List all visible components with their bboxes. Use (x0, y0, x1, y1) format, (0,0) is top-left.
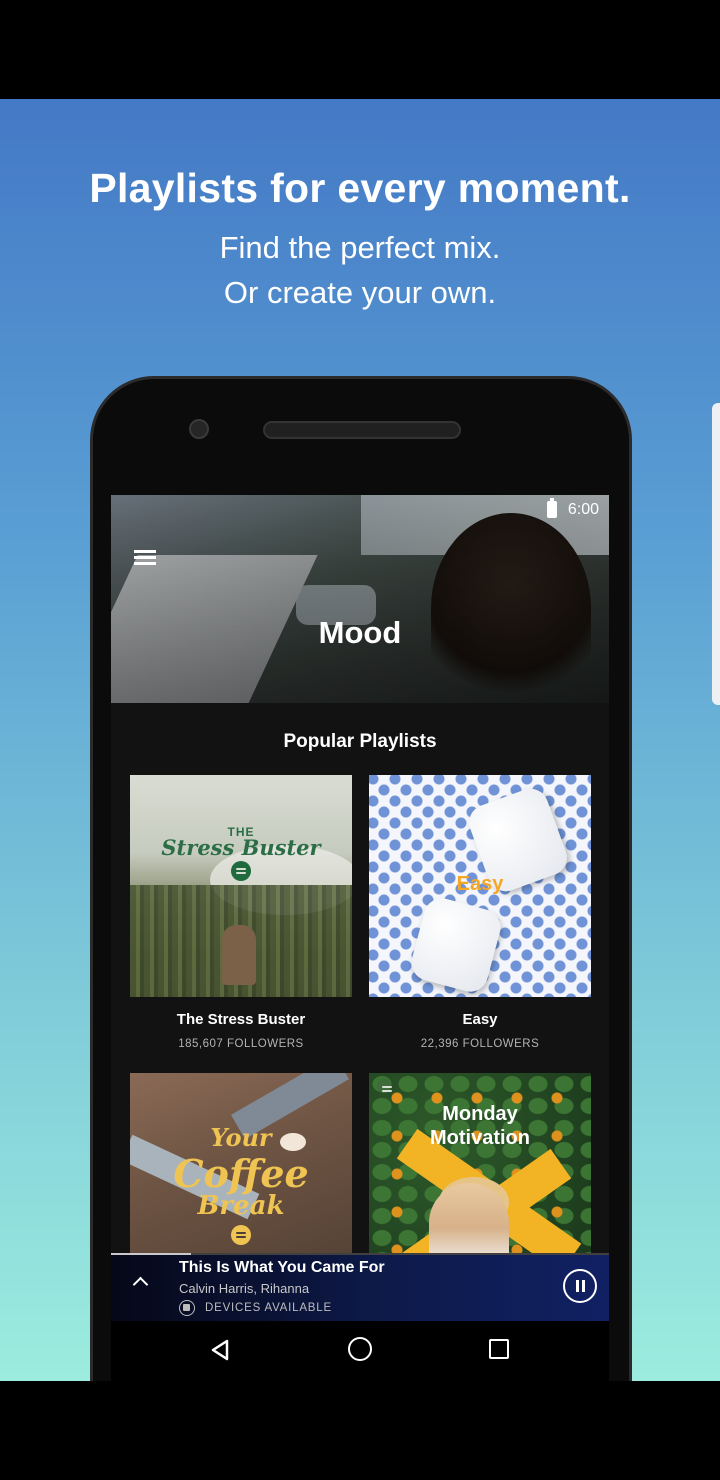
track-artist: Calvin Harris, Rihanna (179, 1281, 310, 1296)
cover-text-1: Monday (442, 1103, 518, 1125)
track-title: This Is What You Came For (179, 1259, 385, 1276)
pause-button[interactable] (563, 1269, 597, 1303)
playlist-card-easy[interactable]: Easy Easy 22,396 FOLLOWERS (369, 775, 591, 1050)
recents-icon[interactable] (489, 1339, 509, 1359)
playlist-card-stress-buster[interactable]: THE Stress Buster The Stress Buster 185,… (130, 775, 352, 1050)
hamburger-menu-icon[interactable] (134, 550, 156, 566)
chevron-up-icon[interactable] (131, 1273, 149, 1291)
side-handle[interactable] (712, 403, 720, 705)
status-time: 6:00 (567, 501, 599, 518)
phone-speaker (263, 421, 461, 439)
speaker-icon (179, 1300, 195, 1316)
spotify-logo-icon (377, 1079, 392, 1093)
page-title: Mood (318, 615, 402, 650)
playlist-name: Easy (462, 1011, 498, 1028)
playlist-followers: 22,396 FOLLOWERS (420, 1038, 540, 1050)
spotify-logo-icon (231, 861, 251, 881)
playlist-cover: Easy (369, 775, 591, 997)
cover-text: Easy (456, 873, 504, 895)
now-playing-bar[interactable]: This Is What You Came For Calvin Harris,… (111, 1253, 609, 1321)
promo-subline-1: Find the perfect mix. (219, 230, 501, 265)
android-nav-bar (111, 1321, 609, 1381)
promo-subline-2: Or create your own. (223, 275, 497, 310)
mood-hero-image: 6:00 Mood (111, 495, 609, 703)
playlist-cover: THE Stress Buster (130, 775, 352, 997)
phone-camera (189, 419, 209, 439)
devices-label: DEVICES AVAILABLE (205, 1302, 332, 1314)
cover-text-1: Your (210, 1123, 272, 1152)
progress-fill (111, 1253, 191, 1255)
playlist-followers: 185,607 FOLLOWERS (178, 1038, 304, 1050)
cover-text-3: Break (197, 1191, 285, 1221)
spotify-logo-icon (231, 1225, 251, 1245)
bottom-black-bar (0, 1381, 720, 1480)
battery-icon (547, 498, 557, 518)
system-status-bar (0, 0, 720, 99)
phone-screen: 6:00 Mood Popular Playlists THE Stress B… (111, 495, 609, 1381)
playlist-name: The Stress Buster (176, 1011, 306, 1028)
section-title: Popular Playlists (283, 731, 437, 752)
cover-text-2: Coffee (173, 1151, 309, 1196)
progress-track (111, 1253, 609, 1255)
cover-text-2: Motivation (430, 1127, 530, 1149)
cover-text-big: Stress Buster (161, 835, 321, 860)
home-icon[interactable] (348, 1337, 372, 1361)
promo-headline: Playlists for every moment. (89, 165, 631, 211)
back-icon[interactable] (208, 1338, 232, 1362)
